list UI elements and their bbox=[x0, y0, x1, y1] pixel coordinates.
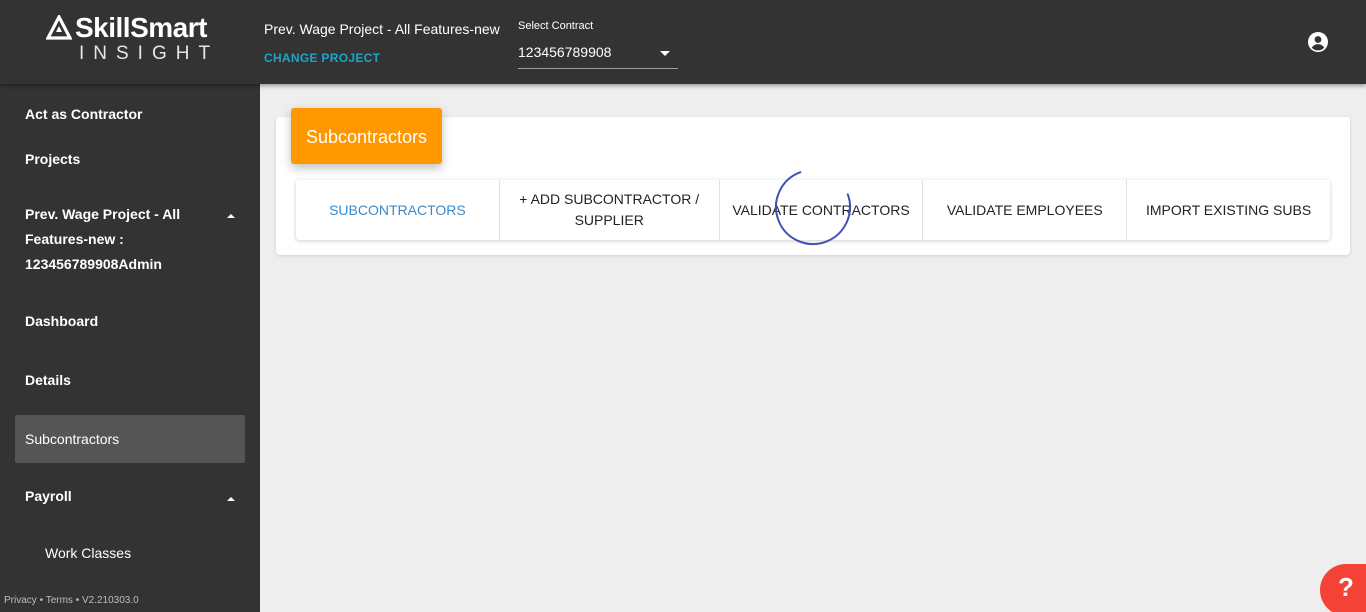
sidebar-item-act-as-contractor[interactable]: Act as Contractor bbox=[25, 106, 142, 122]
caret-up-icon[interactable] bbox=[227, 497, 235, 501]
triangle-logo-icon bbox=[46, 15, 72, 40]
project-name-line-2: Features-new : bbox=[25, 231, 124, 247]
contract-select[interactable]: 123456789908 bbox=[518, 40, 678, 69]
sidebar-item-payroll[interactable]: Payroll bbox=[25, 488, 72, 504]
terms-link[interactable]: Terms bbox=[46, 595, 73, 606]
logo-name: SkillSmart bbox=[75, 12, 207, 43]
sidebar-item-current-project[interactable]: Prev. Wage Project - All Features-new : … bbox=[25, 202, 195, 277]
top-bar: SkillSmart INSIGHT Prev. Wage Project - … bbox=[0, 0, 1366, 84]
card-header: Subcontractors bbox=[291, 108, 442, 164]
logo-subtitle: INSIGHT bbox=[79, 43, 220, 64]
sidebar-item-details[interactable]: Details bbox=[25, 372, 71, 388]
project-name-line-1: Prev. Wage Project - All bbox=[25, 206, 181, 222]
contract-value: 123456789908 bbox=[518, 44, 612, 60]
account-circle-icon[interactable] bbox=[1306, 30, 1330, 54]
footer-links: Privacy • Terms • V2.210303.0 bbox=[4, 595, 139, 606]
project-title: Prev. Wage Project - All Features-new bbox=[264, 21, 500, 37]
loading-spinner-icon bbox=[775, 171, 851, 245]
logo[interactable]: SkillSmart INSIGHT bbox=[46, 14, 221, 66]
sidebar-item-work-classes[interactable]: Work Classes bbox=[45, 545, 131, 561]
caret-up-icon[interactable] bbox=[227, 214, 235, 218]
logo-mark: SkillSmart bbox=[46, 14, 207, 42]
help-button[interactable]: ? bbox=[1320, 564, 1366, 612]
caret-down-icon bbox=[660, 51, 670, 56]
card-title: Subcontractors bbox=[306, 127, 428, 147]
version-text: V2.210303.0 bbox=[81, 595, 139, 606]
tab-import-existing-subs[interactable]: IMPORT EXISTING SUBS bbox=[1127, 180, 1330, 240]
project-name-line-3: 123456789908Admin bbox=[25, 256, 162, 272]
change-project-link[interactable]: CHANGE PROJECT bbox=[264, 51, 380, 65]
sidebar: Act as Contractor Projects Prev. Wage Pr… bbox=[0, 84, 260, 612]
sidebar-item-dashboard[interactable]: Dashboard bbox=[25, 313, 98, 329]
contract-label: Select Contract bbox=[518, 20, 594, 32]
tab-validate-employees[interactable]: VALIDATE EMPLOYEES bbox=[923, 180, 1128, 240]
sidebar-item-projects[interactable]: Projects bbox=[25, 151, 80, 167]
tab-add-subcontractor[interactable]: + ADD SUBCONTRACTOR / SUPPLIER bbox=[500, 180, 720, 240]
tab-subcontractors[interactable]: SUBCONTRACTORS bbox=[296, 180, 500, 240]
privacy-link[interactable]: Privacy bbox=[4, 595, 37, 606]
sidebar-item-subcontractors[interactable]: Subcontractors bbox=[25, 431, 119, 447]
help-question-icon: ? bbox=[1338, 572, 1354, 602]
